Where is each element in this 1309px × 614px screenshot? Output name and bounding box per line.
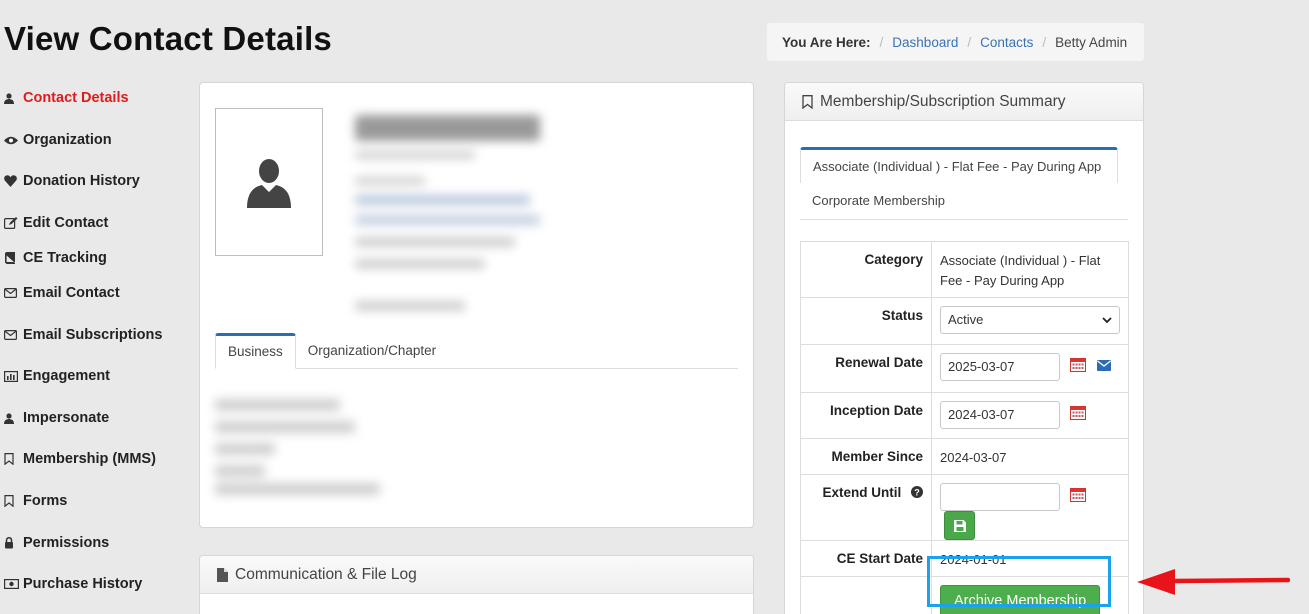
bookmark-icon <box>4 495 20 507</box>
sidebar-item-organization[interactable]: Organization <box>4 132 112 148</box>
membership-tabs: Associate (Individual ) - Flat Fee - Pay… <box>800 147 1128 220</box>
envelope-icon <box>4 288 20 298</box>
sidebar-item-impersonate[interactable]: Impersonate <box>4 410 109 426</box>
inception-date-input[interactable]: 2024-03-07 <box>940 401 1060 429</box>
renewal-date-label: Renewal Date <box>800 344 932 393</box>
email-renewal-icon[interactable] <box>1097 357 1112 377</box>
member-since-label: Member Since <box>800 438 932 475</box>
category-label: Category <box>800 241 932 298</box>
communication-log-header[interactable]: Communication & File Log <box>200 556 753 594</box>
user-icon <box>4 412 20 424</box>
heart-icon <box>4 175 20 187</box>
renewal-date-input[interactable]: 2025-03-07 <box>940 353 1060 381</box>
sidebar-item-label: Organization <box>23 132 112 148</box>
sidebar-item-membership[interactable]: Membership (MMS) <box>4 451 156 467</box>
sidebar-item-label: Engagement <box>23 368 111 384</box>
sidebar-item-donation-history[interactable]: Donation History <box>4 173 140 189</box>
sidebar-item-email-contact[interactable]: Email Contact <box>4 285 120 301</box>
calendar-icon[interactable] <box>1069 357 1086 378</box>
membership-panel: Membership/Subscription Summary Associat… <box>784 82 1144 614</box>
extend-until-input[interactable] <box>940 483 1060 511</box>
sidebar-item-label: Donation History <box>23 173 140 189</box>
extend-until-label: Extend Until <box>822 485 902 500</box>
sidebar-item-contact-details[interactable]: Contact Details <box>4 90 129 106</box>
envelope-icon <box>4 330 20 340</box>
file-icon <box>217 567 228 582</box>
tab-organization-chapter[interactable]: Organization/Chapter <box>296 333 448 369</box>
tab-business[interactable]: Business <box>215 333 296 369</box>
member-since-value: 2024-03-07 <box>931 438 1129 475</box>
lock-icon <box>4 537 20 549</box>
sidebar-item-label: Permissions <box>23 535 110 551</box>
highlight-box <box>927 556 1111 607</box>
breadcrumb-contacts-link[interactable]: Contacts <box>980 35 1033 50</box>
sidebar-item-ce-tracking[interactable]: CE Tracking <box>4 250 107 266</box>
communication-log-panel: Communication & File Log <box>199 555 754 614</box>
breadcrumb-dashboard-link[interactable]: Dashboard <box>892 35 958 50</box>
sidebar-item-label: Purchase History <box>23 576 143 592</box>
communication-log-title: Communication & File Log <box>235 565 417 583</box>
blurred-business-address <box>210 393 385 498</box>
bookmark-icon <box>802 94 813 109</box>
sidebar-item-engagement[interactable]: Engagement <box>4 368 110 384</box>
sidebar-item-forms[interactable]: Forms <box>4 493 67 509</box>
membership-header: Membership/Subscription Summary <box>785 83 1143 121</box>
sidebar-item-label: Email Contact <box>23 285 120 301</box>
page-title: View Contact Details <box>4 20 332 57</box>
sidebar-item-purchase-history[interactable]: Purchase History <box>4 576 142 592</box>
avatar <box>215 108 323 256</box>
bar-chart-icon <box>4 370 20 382</box>
sidebar-item-permissions[interactable]: Permissions <box>4 535 109 551</box>
breadcrumb-current: Betty Admin <box>1055 34 1128 50</box>
bookmark-icon <box>4 453 20 465</box>
ce-start-date-label: CE Start Date <box>800 540 932 577</box>
help-icon[interactable]: ? <box>911 485 923 501</box>
sidebar-item-label: Impersonate <box>23 410 110 426</box>
red-arrow-annotation <box>1137 569 1290 595</box>
sidebar-item-label: Contact Details <box>23 90 129 106</box>
save-extend-button[interactable] <box>944 511 975 540</box>
status-select[interactable]: Active <box>940 306 1120 334</box>
chevron-down-icon <box>1102 316 1112 323</box>
book-icon <box>4 252 20 264</box>
sidebar-item-email-subscriptions[interactable]: Email Subscriptions <box>4 327 162 343</box>
tab-associate-membership[interactable]: Associate (Individual ) - Flat Fee - Pay… <box>800 147 1118 183</box>
status-label: Status <box>800 297 932 345</box>
user-silhouette-icon <box>247 159 291 208</box>
money-icon <box>4 579 20 589</box>
calendar-icon[interactable] <box>1069 487 1086 508</box>
inception-date-label: Inception Date <box>800 392 932 439</box>
calendar-icon[interactable] <box>1069 405 1086 426</box>
eye-icon <box>4 136 20 145</box>
profile-tabs: Business Organization/Chapter <box>215 333 738 369</box>
sidebar-item-label: Forms <box>23 493 68 509</box>
sidebar-item-label: Email Subscriptions <box>23 327 163 343</box>
profile-panel: Business Organization/Chapter <box>199 82 754 528</box>
sidebar-item-label: Edit Contact <box>23 215 109 231</box>
status-select-value: Active <box>948 312 984 327</box>
membership-title: Membership/Subscription Summary <box>820 92 1066 110</box>
category-value: Associate (Individual ) - Flat Fee - Pay… <box>931 241 1129 298</box>
sidebar-item-label: CE Tracking <box>23 250 107 266</box>
extend-until-label-cell: Extend Until ? <box>800 474 932 541</box>
edit-icon <box>4 217 20 229</box>
blurred-contact-info <box>345 103 560 333</box>
save-icon <box>953 519 966 532</box>
sidebar-item-edit-contact[interactable]: Edit Contact <box>4 215 108 231</box>
tab-corporate-membership[interactable]: Corporate Membership <box>812 193 945 208</box>
user-icon <box>4 92 20 104</box>
svg-text:?: ? <box>914 487 920 497</box>
sidebar-item-label: Membership (MMS) <box>23 451 156 467</box>
breadcrumb-label: You Are Here: <box>782 34 871 50</box>
breadcrumb: You Are Here: / Dashboard / Contacts / B… <box>767 23 1144 61</box>
